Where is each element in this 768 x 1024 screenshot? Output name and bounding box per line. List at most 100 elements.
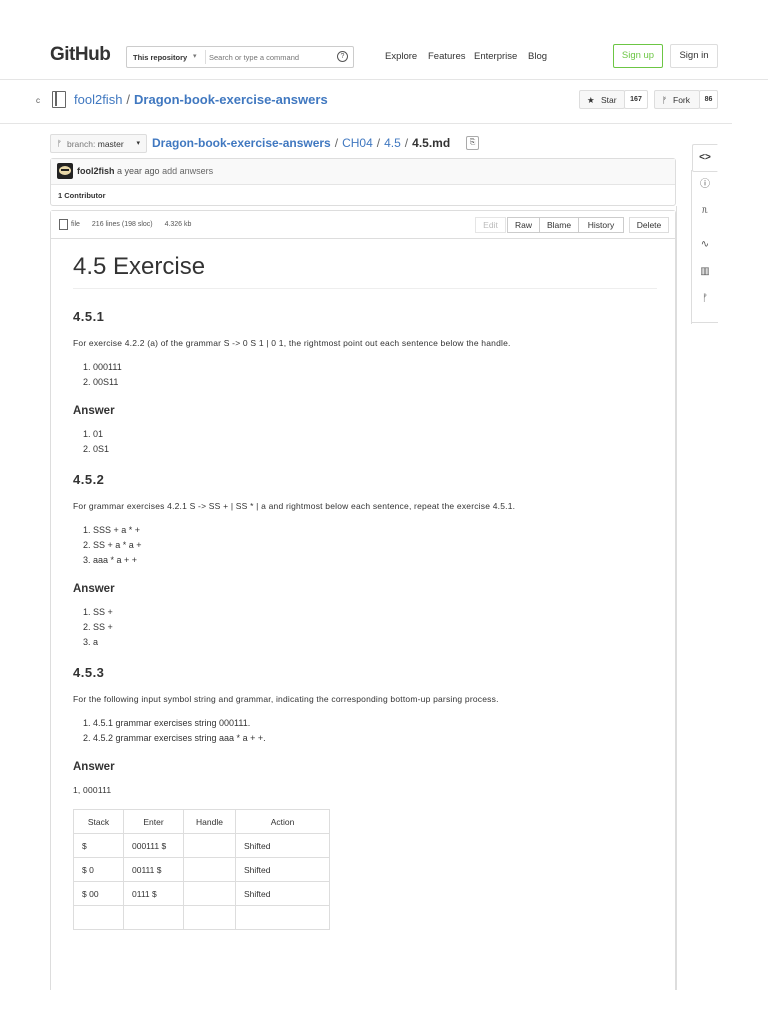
breadcrumb-ch04[interactable]: CH04 — [342, 136, 373, 150]
section-heading-4-5-2: 4.5.2 — [73, 472, 105, 487]
repo-title: fool2fish / Dragon-book-exercise-answers — [74, 92, 328, 107]
repo-name-link[interactable]: Dragon-book-exercise-answers — [134, 92, 328, 107]
section-text: For grammar exercises 4.2.1 S -> SS + | … — [73, 501, 516, 511]
section-text: For exercise 4.2.2 (a) of the grammar S … — [73, 338, 511, 348]
table-cell: $ 00 — [73, 881, 124, 906]
star-icon: ★ — [587, 95, 595, 105]
table-cell: Shifted — [235, 833, 330, 858]
breadcrumb-file: 4.5.md — [412, 136, 451, 150]
nav-enterprise[interactable]: Enterprise — [474, 51, 517, 62]
site-header: GitHub This repository ▾ ? Explore Featu… — [0, 30, 768, 80]
branch-select-button[interactable]: ᚠ branch: master ▾ — [50, 134, 147, 153]
nav-blog[interactable]: Blog — [528, 51, 547, 62]
nav-features[interactable]: Features — [428, 51, 466, 62]
table-cell — [183, 881, 236, 906]
table-cell: $ — [73, 833, 124, 858]
table-cell — [183, 833, 236, 858]
answer-line: 1, 000111 — [73, 785, 112, 795]
commit-message[interactable]: add anwsers — [162, 166, 213, 176]
edit-button[interactable]: Edit — [475, 217, 506, 233]
search-divider — [205, 50, 206, 64]
answer-heading: Answer — [73, 583, 115, 595]
network-icon[interactable]: ᚠ — [692, 286, 718, 312]
edge-fragment: c — [36, 96, 40, 105]
table-cell: Shifted — [235, 881, 330, 906]
breadcrumb-4-5[interactable]: 4.5 — [384, 136, 401, 150]
fork-button[interactable]: ᚠ Fork — [654, 90, 700, 109]
branch-name: master — [97, 139, 124, 149]
search-scope[interactable]: This repository — [133, 53, 187, 62]
fork-count[interactable]: 86 — [699, 90, 718, 109]
section-text: For the following input symbol string an… — [73, 694, 499, 704]
star-button[interactable]: ★ Star — [579, 90, 625, 109]
breadcrumb-separator: / — [334, 136, 339, 150]
table-cell: 00111 $ — [123, 857, 184, 882]
delete-button[interactable]: Delete — [629, 217, 669, 233]
file-lines: 216 lines (198 sloc) — [91, 221, 153, 228]
answer-heading: Answer — [73, 761, 115, 773]
repo-title-separator: / — [126, 92, 131, 107]
history-button[interactable]: History — [578, 217, 624, 233]
column-header: Enter — [123, 809, 184, 834]
pulse-icon[interactable]: ∿ — [692, 232, 718, 258]
pull-request-icon[interactable]: ᥰ — [692, 198, 718, 224]
fork-label: Fork — [673, 95, 690, 105]
table-row — [73, 905, 330, 930]
file-box: file 216 lines (198 sloc) 4.326 kb Edit … — [50, 210, 676, 990]
file-icon — [59, 219, 68, 230]
file-type: file — [71, 221, 80, 228]
list-item: a — [93, 637, 657, 647]
breadcrumb-root[interactable]: Dragon-book-exercise-answers — [152, 136, 331, 150]
contributors-link[interactable]: 1 Contributor — [58, 191, 106, 200]
branch-icon: ᚠ — [57, 139, 62, 148]
repo-header: c fool2fish / Dragon-book-exercise-answers… — [0, 80, 732, 124]
chevron-down-icon: ▾ — [136, 140, 140, 147]
graphs-icon[interactable]: ▥ — [692, 259, 718, 285]
commit-author[interactable]: fool2fish — [77, 166, 115, 176]
issues-icon[interactable]: ⓘ — [692, 172, 718, 198]
list-item: 4.5.1 grammar exercises string 000111. — [93, 718, 657, 728]
list-item: 4.5.2 grammar exercises string aaa * a +… — [93, 733, 657, 743]
table-row: $ 0 00111 $ Shifted — [73, 857, 330, 882]
repo-owner-link[interactable]: fool2fish — [74, 92, 122, 107]
table-cell: $ 0 — [73, 857, 124, 882]
list-item: 000111 — [93, 362, 657, 372]
search-input[interactable] — [209, 50, 329, 64]
repo-icon — [52, 91, 66, 108]
table-cell: Shifted — [235, 857, 330, 882]
table-cell — [183, 905, 236, 930]
search-box[interactable]: This repository ▾ ? — [126, 46, 354, 68]
avatar[interactable] — [57, 163, 73, 179]
sign-in-button[interactable]: Sign in — [670, 44, 718, 68]
answer-list: 01 0S1 — [73, 429, 657, 454]
nav-explore[interactable]: Explore — [385, 51, 417, 62]
repo-sidebar: <> ⓘ ᥰ ∿ ▥ ᚠ — [692, 142, 718, 324]
file-header: file 216 lines (198 sloc) 4.326 kb Edit … — [51, 211, 675, 239]
markdown-body: 4.5 Exercise 4.5.1 For exercise 4.2.2 (a… — [73, 253, 657, 930]
table-row: $ 00 0111 $ Shifted — [73, 881, 330, 906]
fork-icon: ᚠ — [662, 95, 668, 105]
list-item: aaa * a + + — [93, 555, 657, 565]
star-count[interactable]: 167 — [624, 90, 648, 109]
table-header-row: Stack Enter Handle Action — [73, 809, 330, 834]
list-item: 01 — [93, 429, 657, 439]
page-title: 4.5 Exercise — [73, 253, 657, 289]
github-logo[interactable]: GitHub — [50, 44, 111, 66]
content-right-border — [676, 206, 677, 990]
clipboard-icon[interactable]: ⎘ — [466, 136, 479, 150]
branch-label: branch: master — [67, 139, 124, 149]
section-heading-4-5-3: 4.5.3 — [73, 665, 105, 680]
table-cell: 0111 $ — [123, 881, 184, 906]
column-header: Action — [235, 809, 330, 834]
column-header: Stack — [73, 809, 124, 834]
raw-button[interactable]: Raw — [507, 217, 540, 233]
code-icon[interactable]: <> — [692, 144, 718, 172]
list-item: 0S1 — [93, 444, 657, 454]
exercise-list: 000111 00S11 — [73, 362, 657, 387]
list-item: SSS + a * + — [93, 525, 657, 535]
exercise-list: SSS + a * + SS + a * a + aaa * a + + — [73, 525, 657, 565]
parse-table: Stack Enter Handle Action $ 000111 $ Shi… — [73, 809, 330, 930]
sign-up-button[interactable]: Sign up — [613, 44, 663, 68]
help-icon[interactable]: ? — [337, 51, 348, 62]
blame-button[interactable]: Blame — [539, 217, 579, 233]
